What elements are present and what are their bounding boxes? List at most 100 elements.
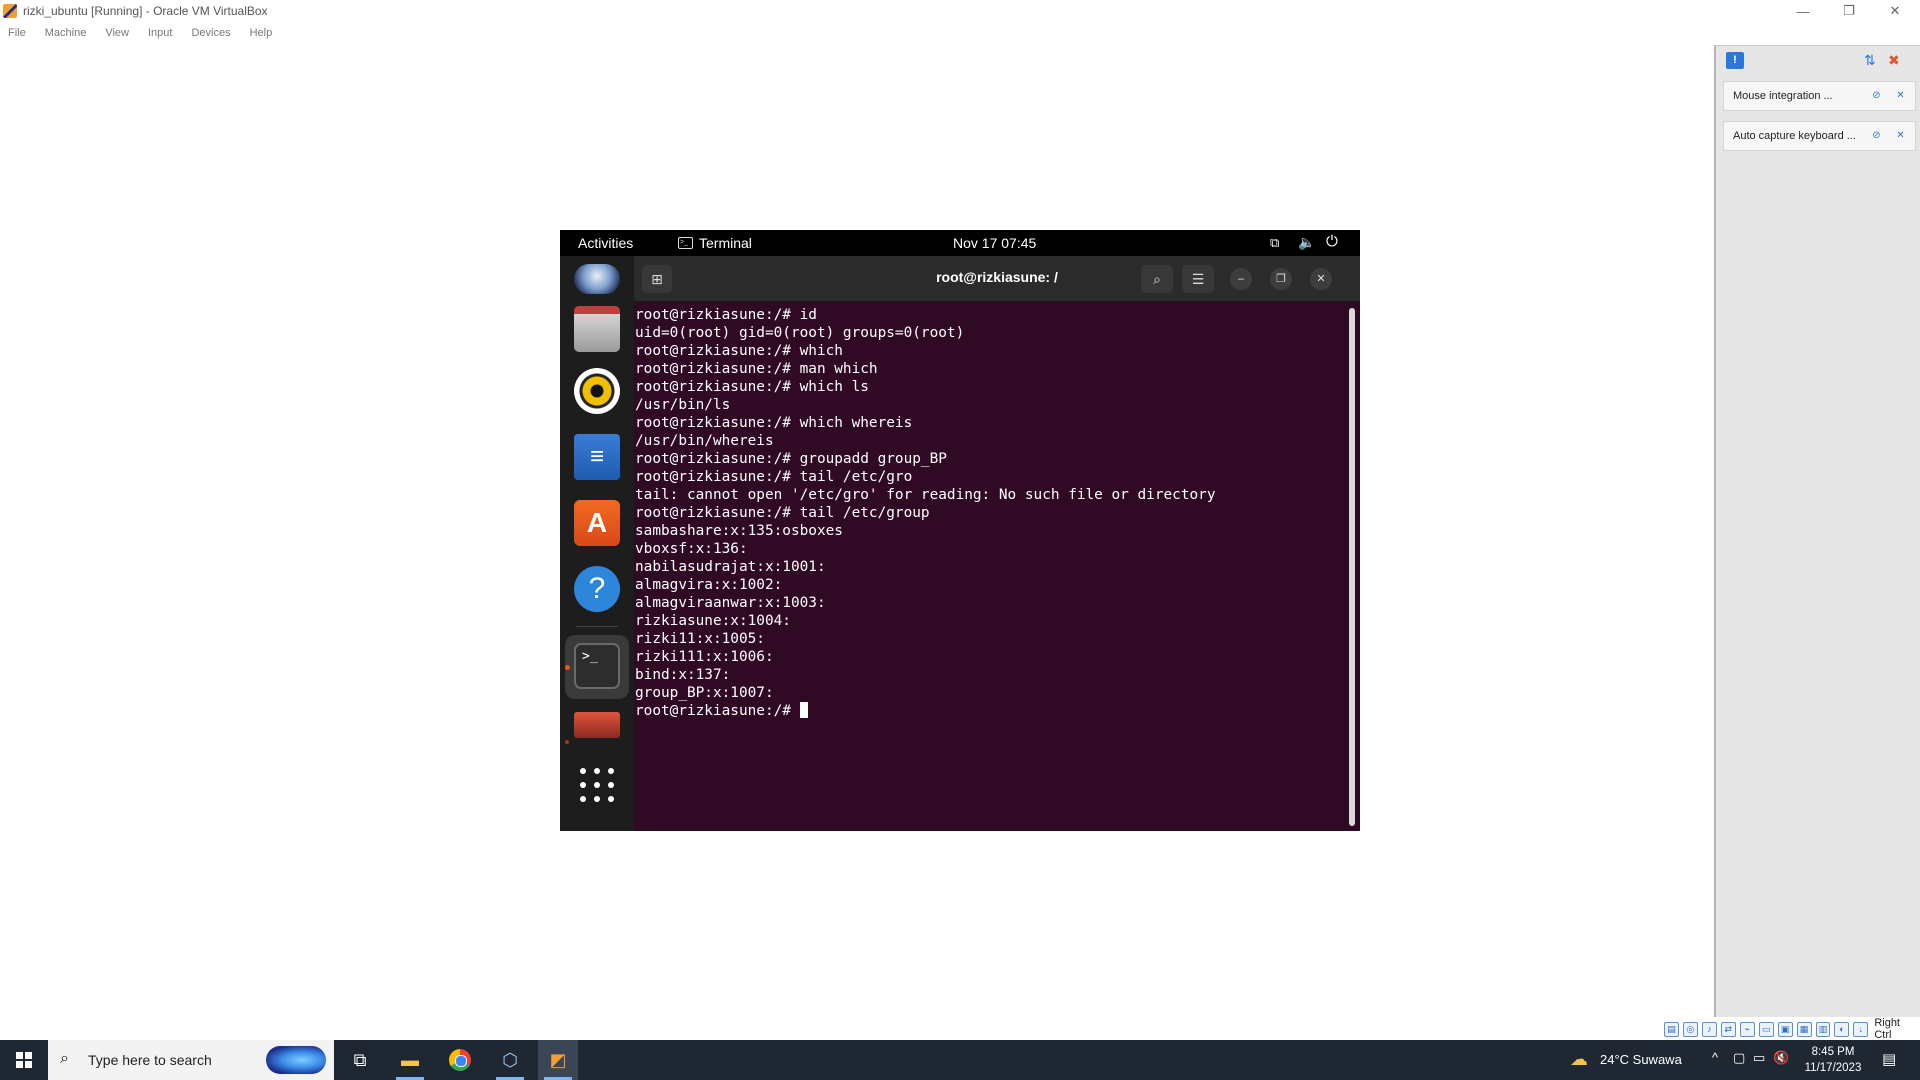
notification-center-icon[interactable]: !	[1726, 52, 1744, 69]
dismiss-all-icon[interactable]: ✖	[1888, 52, 1904, 68]
terminal-prompt-line[interactable]: root@rizkiasune:/#	[635, 702, 1335, 720]
usb-icon[interactable]: ⌁	[1739, 1021, 1755, 1037]
rhythmbox-icon[interactable]	[574, 368, 620, 414]
gnome-top-bar: Activities >_ Terminal Nov 17 07:45 ⧉ 🔈 …	[560, 230, 1360, 256]
maximize-button[interactable]: ❐	[1826, 0, 1872, 22]
terminal-app-icon: >_	[678, 237, 693, 249]
terminal-line: root@rizkiasune:/# tail /etc/group	[635, 505, 930, 521]
chevron-up-icon[interactable]: ^	[1712, 1050, 1718, 1065]
terminal-line: tail: cannot open '/etc/gro' for reading…	[635, 487, 1216, 503]
volume-muted-icon[interactable]: 🔇	[1773, 1050, 1789, 1066]
shared-folders-icon[interactable]: ▭	[1758, 1021, 1774, 1037]
host-key-label[interactable]: Right Ctrl	[1874, 1017, 1920, 1041]
terminal-line: rizki111:x:1006:	[635, 649, 774, 665]
terminal-line: /usr/bin/whereis	[635, 433, 774, 449]
close-notification-icon[interactable]: ✕	[1894, 89, 1907, 102]
thunderbird-icon[interactable]	[574, 264, 620, 294]
text-cursor	[799, 702, 808, 718]
terminal-line: sambashare:x:135:osboxes	[635, 523, 843, 539]
weather-text[interactable]: 24°C Suwawa	[1600, 1052, 1682, 1067]
terminal-output[interactable]: root@rizkiasune:/# id uid=0(root) gid=0(r…	[635, 306, 1335, 826]
close-button[interactable]: ✕	[1872, 0, 1918, 22]
cpu-icon[interactable]: ▥	[1815, 1021, 1831, 1037]
terminal-line: group_BP:x:1007:	[635, 685, 774, 701]
terminal-line: root@rizkiasune:/# groupadd group_BP	[635, 451, 947, 467]
terminal-line: root@rizkiasune:/# which	[635, 343, 843, 359]
search-icon[interactable]: ⌕	[1141, 265, 1173, 293]
menu-devices[interactable]: Devices	[191, 27, 230, 39]
ubuntu-software-icon[interactable]: A	[574, 500, 620, 546]
help-icon[interactable]: ?	[574, 566, 620, 612]
menu-view[interactable]: View	[105, 27, 129, 39]
do-not-show-icon[interactable]: ⊘	[1870, 129, 1883, 142]
terminal-line: uid=0(root) gid=0(root) groups=0(root)	[635, 325, 965, 341]
notification-mouse-integration[interactable]: Mouse integration ... ⊘ ✕	[1723, 81, 1916, 111]
notification-text: Auto capture keyboard ...	[1733, 130, 1856, 142]
running-indicator	[565, 665, 570, 670]
search-placeholder: Type here to search	[88, 1052, 212, 1068]
menu-machine[interactable]: Machine	[45, 27, 87, 39]
chrome-icon[interactable]	[440, 1040, 480, 1080]
menu-file[interactable]: File	[8, 27, 26, 39]
terminal-line: root@rizkiasune:/# which ls	[635, 379, 869, 395]
network-icon[interactable]: ⧉	[1270, 235, 1279, 251]
network-icon[interactable]: ▭	[1753, 1050, 1765, 1066]
task-view-icon[interactable]: ⧉	[340, 1040, 380, 1080]
libreoffice-writer-icon[interactable]: ≡	[574, 434, 620, 480]
show-applications-icon[interactable]	[580, 768, 614, 802]
power-icon[interactable]: ⏻	[1326, 233, 1338, 250]
clock-date: 11/17/2023	[1804, 1062, 1862, 1074]
terminal-line: rizkiasune:x:1004:	[635, 613, 791, 629]
terminal-icon[interactable]: >_	[574, 643, 620, 689]
audio-icon[interactable]: ♪	[1701, 1021, 1717, 1037]
display-icon[interactable]: ▣	[1777, 1021, 1793, 1037]
dock-separator	[576, 626, 618, 627]
running-indicator	[565, 740, 569, 744]
terminal-window[interactable]: ⊞ root@rizkiasune: / ⌕ ☰ – ❐ ✕ root@rizk…	[634, 256, 1360, 831]
virtualbox-manager-icon[interactable]: ⬡	[490, 1040, 530, 1080]
app-menu-label[interactable]: Terminal	[699, 235, 752, 251]
video-capture-icon[interactable]: ▦	[1796, 1021, 1812, 1037]
toggle-sort-icon[interactable]: ⇅	[1864, 52, 1880, 68]
windows-logo-icon	[16, 1052, 32, 1068]
optical-drive-icon[interactable]: ◎	[1682, 1021, 1698, 1037]
hard-disk-icon[interactable]: ▤	[1664, 1021, 1679, 1037]
terminal-line: root@rizkiasune:/# which whereis	[635, 415, 913, 431]
meet-now-icon[interactable]: ▢	[1733, 1050, 1745, 1066]
close-notification-icon[interactable]: ✕	[1894, 129, 1907, 142]
window-title: rizki_ubuntu [Running] - Oracle VM Virtu…	[23, 4, 268, 18]
terminal-line: /usr/bin/ls	[635, 397, 731, 413]
terminal-scrollbar[interactable]	[1349, 308, 1355, 826]
hamburger-menu-icon[interactable]: ☰	[1182, 265, 1214, 293]
minimize-button[interactable]: —	[1780, 0, 1826, 22]
virtualbox-app-icon	[3, 4, 17, 18]
keyboard-capture-icon[interactable]: ↓	[1853, 1021, 1869, 1037]
image-viewer-icon[interactable]	[574, 712, 620, 738]
notification-auto-capture[interactable]: Auto capture keyboard ... ⊘ ✕	[1723, 121, 1916, 151]
weather-icon[interactable]: ☁	[1570, 1049, 1588, 1070]
start-button[interactable]	[0, 1040, 48, 1080]
do-not-show-icon[interactable]: ⊘	[1870, 89, 1883, 102]
terminal-line: bind:x:137:	[635, 667, 731, 683]
notification-center: ! ⇅ ✖ Mouse integration ... ⊘ ✕ Auto cap…	[1714, 45, 1920, 1017]
host-title-bar: rizki_ubuntu [Running] - Oracle VM Virtu…	[0, 0, 1920, 22]
terminal-minimize-button[interactable]: –	[1230, 268, 1252, 290]
menu-help[interactable]: Help	[250, 27, 273, 39]
activities-button[interactable]: Activities	[578, 235, 633, 251]
terminal-maximize-button[interactable]: ❐	[1270, 268, 1292, 290]
vbox-status-bar: ▤ ◎ ♪ ⇄ ⌁ ▭ ▣ ▦ ▥ ◐ ↓ Right Ctrl	[1664, 1017, 1920, 1041]
menu-input[interactable]: Input	[148, 27, 172, 39]
taskbar-clock[interactable]: 8:45 PM 11/17/2023	[1798, 1044, 1868, 1076]
clock[interactable]: Nov 17 07:45	[953, 235, 1036, 251]
mouse-integration-icon[interactable]: ◐	[1834, 1021, 1850, 1037]
volume-icon[interactable]: 🔈	[1298, 234, 1315, 251]
vm-display[interactable]: Activities >_ Terminal Nov 17 07:45 ⧉ 🔈 …	[560, 230, 1360, 831]
virtualbox-vm-icon[interactable]: ◩	[538, 1040, 578, 1080]
files-icon[interactable]	[574, 306, 620, 352]
network-adapter-icon[interactable]: ⇄	[1720, 1021, 1736, 1037]
file-explorer-icon[interactable]: ▬	[390, 1040, 430, 1080]
search-highlight-image[interactable]	[266, 1046, 326, 1074]
notifications-icon[interactable]: ▤	[1882, 1050, 1896, 1068]
taskbar-search-box[interactable]: ⌕ Type here to search	[48, 1040, 334, 1080]
terminal-close-button[interactable]: ✕	[1310, 268, 1332, 290]
